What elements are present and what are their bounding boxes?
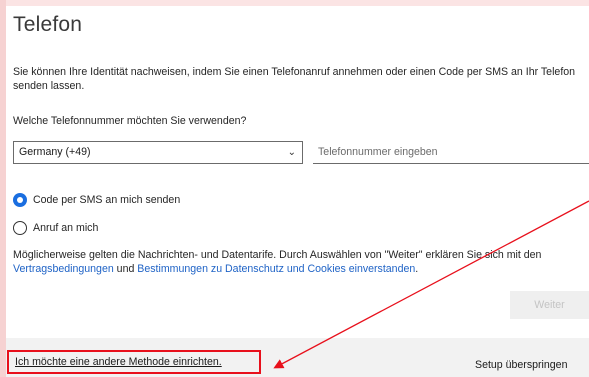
phone-setup-card [6, 6, 589, 338]
phone-number-input[interactable] [313, 141, 589, 164]
country-code-value: Germany (+49) [19, 146, 91, 158]
screenshot-frame: Telefon Sie können Ihre Identität nachwe… [0, 0, 589, 377]
radio-option-call[interactable]: Anruf an mich [13, 221, 98, 235]
privacy-link[interactable]: Bestimmungen zu Datenschutz und Cookies … [137, 263, 415, 275]
radio-sms-label: Code per SMS an mich senden [33, 194, 181, 206]
legal-text-before: Möglicherweise gelten die Nachrichten- u… [13, 249, 542, 261]
radio-option-sms[interactable]: Code per SMS an mich senden [13, 193, 180, 207]
chevron-down-icon: ⌄ [287, 147, 296, 158]
page-description: Sie können Ihre Identität nachweisen, in… [13, 66, 576, 92]
legal-text-after: . [415, 262, 419, 275]
skip-setup-link[interactable]: Setup überspringen [475, 359, 567, 371]
other-method-highlight: Ich möchte eine andere Methode einrichte… [7, 350, 261, 374]
legal-notice: Möglicherweise gelten die Nachrichten- u… [13, 249, 579, 276]
other-method-link[interactable]: Ich möchte eine andere Methode einrichte… [15, 356, 222, 368]
next-button[interactable]: Weiter [510, 291, 589, 319]
radio-call-label: Anruf an mich [33, 222, 99, 234]
radio-call[interactable] [13, 221, 27, 235]
phone-question-label: Welche Telefonnummer möchten Sie verwend… [13, 115, 247, 127]
legal-text-middle: und [113, 262, 138, 275]
radio-sms-selected[interactable] [13, 193, 27, 207]
page-title: Telefon [13, 13, 83, 36]
country-code-select[interactable]: Germany (+49) ⌄ [13, 141, 303, 164]
terms-link[interactable]: Vertragsbedingungen [13, 263, 114, 275]
